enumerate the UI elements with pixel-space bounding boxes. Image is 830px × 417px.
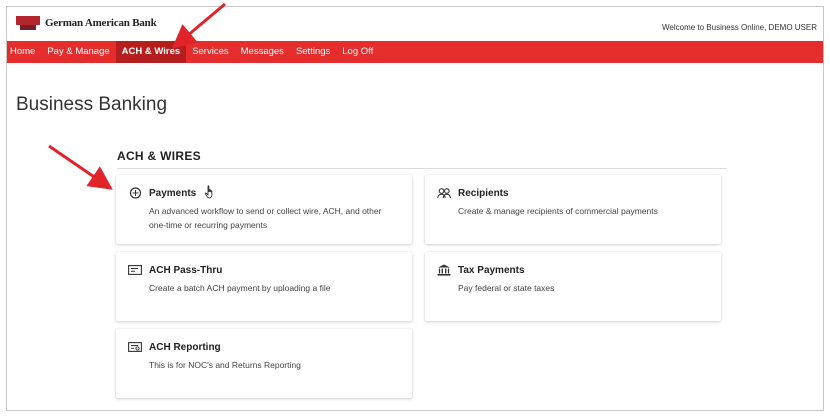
recipients-icon: [437, 187, 451, 199]
bank-logo[interactable]: German American Bank: [16, 16, 157, 30]
nav-pay-manage[interactable]: Pay & Manage: [41, 41, 115, 63]
card-ach-pass-thru[interactable]: ACH Pass-Thru Create a batch ACH payment…: [116, 252, 412, 321]
page-title: Business Banking: [16, 94, 168, 115]
card-description: Pay federal or state taxes: [458, 283, 555, 293]
top-bar: German American Bank Welcome to Business…: [7, 7, 823, 41]
browser-frame: German American Bank Welcome to Business…: [6, 6, 824, 411]
tax-building-icon: [437, 264, 451, 276]
section-title: ACH & WIRES: [117, 149, 201, 163]
hand-cursor-icon: [204, 185, 213, 199]
card-recipients[interactable]: Recipients Create & manage recipients of…: [425, 175, 721, 244]
ach-reporting-icon: [128, 341, 142, 353]
card-title: Tax Payments: [458, 264, 525, 276]
bank-name: German American Bank: [45, 17, 157, 29]
card-title: Recipients: [458, 187, 509, 199]
nav-home[interactable]: Home: [7, 41, 41, 63]
nav-messages[interactable]: Messages: [235, 41, 290, 63]
card-title: ACH Pass-Thru: [149, 264, 223, 276]
welcome-message: Welcome to Business Online, DEMO USER: [661, 23, 817, 32]
ach-pass-thru-icon: [128, 264, 142, 276]
card-description: An advanced workflow to send or collect …: [149, 206, 382, 230]
payments-icon: [128, 187, 142, 199]
card-ach-reporting[interactable]: ACH Reporting This is for NOC's and Retu…: [116, 329, 412, 398]
bank-logo-icon: [16, 16, 40, 30]
main-nav: Home Pay & Manage ACH & Wires Services M…: [7, 41, 823, 63]
card-payments[interactable]: Payments An advanced workflow to send or…: [116, 175, 412, 244]
nav-services[interactable]: Services: [186, 41, 234, 63]
nav-log-off[interactable]: Log Off: [336, 41, 379, 63]
card-description: Create a batch ACH payment by uploading …: [149, 283, 331, 293]
card-description: This is for NOC's and Returns Reporting: [149, 360, 301, 370]
card-title: ACH Reporting: [149, 341, 221, 353]
card-tax-payments[interactable]: Tax Payments Pay federal or state taxes: [425, 252, 721, 321]
nav-settings[interactable]: Settings: [290, 41, 336, 63]
card-title: Payments: [149, 187, 197, 199]
card-description: Create & manage recipients of commercial…: [458, 206, 658, 216]
section-divider: [117, 168, 727, 169]
nav-ach-wires[interactable]: ACH & Wires: [115, 41, 187, 63]
